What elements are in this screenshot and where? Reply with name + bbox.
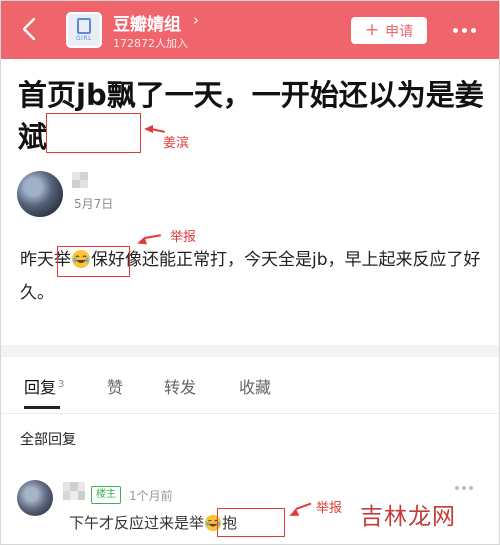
reply-time: 1个月前 — [129, 489, 173, 503]
tabs-separator — [0, 413, 500, 414]
reply-author-name-mosaic — [63, 482, 85, 500]
annotation-line-3 — [295, 502, 312, 510]
annotation-line-2 — [144, 234, 161, 239]
plus-icon: + — [364, 20, 380, 40]
back-button[interactable] — [16, 14, 42, 44]
group-logo-text: GIRL — [76, 35, 92, 42]
replies-section-title: 全部回复 — [20, 432, 76, 448]
more-options-icon[interactable] — [448, 18, 480, 42]
tab-bar: 回复 3 赞 转发 收藏 — [0, 357, 500, 413]
annotation-name-note: 姜滨 — [163, 136, 190, 151]
reply-text-part1: 下午才反应过来是举 — [69, 514, 205, 532]
annotation-arrow-icon-3 — [287, 508, 300, 520]
chevron-left-icon — [22, 17, 36, 41]
tab-reshares[interactable]: 转发 — [164, 374, 196, 398]
author-avatar[interactable] — [17, 171, 63, 217]
site-watermark: 吉林龙网 — [360, 504, 456, 530]
chevron-right-icon[interactable]: › — [193, 11, 199, 29]
post-title: 首页jb飘了一天，一开始还以为是姜斌 — [18, 78, 484, 154]
reply-more-icon[interactable] — [455, 486, 473, 490]
apply-label: 申请 — [385, 23, 414, 40]
active-tab-indicator — [24, 406, 60, 409]
op-badge: 楼主 — [91, 486, 121, 504]
section-divider — [0, 345, 500, 357]
reply-text-part2: 抱 — [222, 514, 238, 532]
laughing-emoji-icon — [72, 250, 90, 268]
member-count: 172872人加入 — [113, 37, 188, 50]
post-body: 昨天举 保好像还能正常打，今天全是jb，早上起来反应了好久。 — [20, 244, 485, 310]
laughing-emoji-icon-reply — [204, 514, 222, 532]
group-logo-icon — [77, 18, 91, 34]
post-date: 5月7日 — [74, 197, 114, 211]
apply-button[interactable]: + 申请 — [351, 17, 427, 44]
tab-collect[interactable]: 收藏 — [239, 374, 271, 398]
tab-replies[interactable]: 回复 3 — [24, 374, 64, 398]
annotation-report-note: 举报 — [170, 230, 197, 245]
author-name-mosaic — [72, 172, 88, 188]
group-name[interactable]: 豆瓣婧组 — [113, 10, 181, 35]
reply-text: 下午才反应过来是举 抱 — [69, 512, 237, 533]
tab-replies-label: 回复 — [24, 378, 57, 397]
annotation-report-note-2: 举报 — [316, 501, 343, 516]
group-avatar[interactable]: GIRL — [66, 12, 102, 48]
post-body-part1: 昨天举 — [20, 250, 71, 270]
top-bar: GIRL 豆瓣婧组 › 172872人加入 + 申请 — [0, 0, 500, 59]
reply-author-avatar[interactable] — [17, 480, 53, 516]
tab-replies-count: 3 — [58, 378, 65, 390]
tab-likes[interactable]: 赞 — [107, 374, 123, 398]
